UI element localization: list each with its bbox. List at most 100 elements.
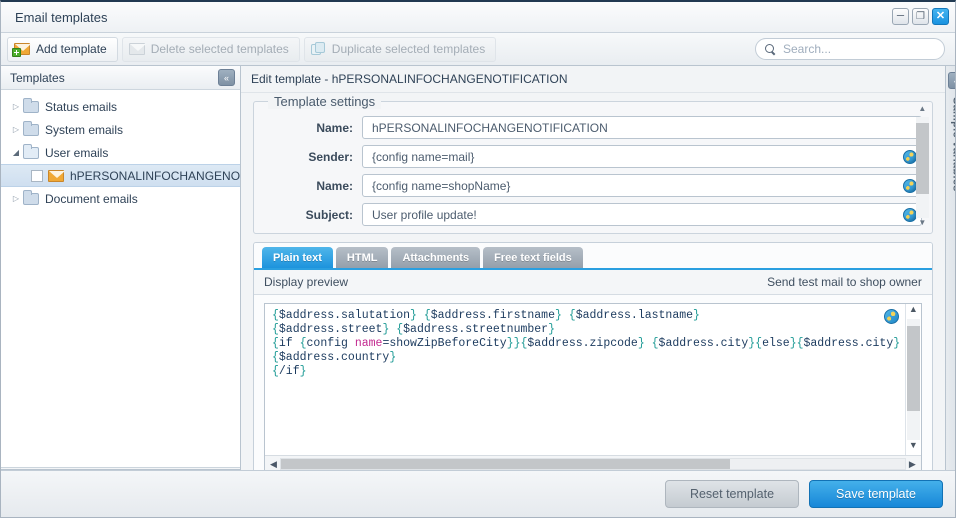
tree-item-user-emails[interactable]: ◢ User emails [1, 141, 240, 164]
code-token: { [272, 365, 279, 378]
collapse-arrow-icon[interactable]: ◢ [9, 148, 23, 157]
scroll-down-icon[interactable]: ▼ [909, 440, 918, 455]
name-field[interactable] [362, 116, 922, 139]
tree-item-status-emails[interactable]: ▷ Status emails [1, 95, 240, 118]
shopname-input[interactable] [370, 177, 903, 194]
sample-variables-sidebar[interactable]: « Sample variables [944, 66, 955, 484]
sender-field[interactable] [362, 145, 922, 168]
expand-arrow-icon[interactable]: ▷ [9, 125, 23, 134]
editor-line: {$address.country} [272, 351, 921, 365]
tree-item-system-emails[interactable]: ▷ System emails [1, 118, 240, 141]
plain-text-editor[interactable]: {$address.salutation} {$address.firstnam… [264, 303, 922, 473]
code-token: $address.streetnumber [403, 323, 549, 336]
code-token: } [789, 337, 797, 350]
tab-label: Plain text [273, 251, 322, 264]
template-settings-section: Template settings Name: Sender: [241, 93, 945, 234]
tab-attachments[interactable]: Attachments [391, 247, 481, 268]
editor-vscrollbar[interactable]: ▲ ▼ [904, 304, 921, 455]
subject-input[interactable] [370, 206, 903, 223]
tree-item-label: Status emails [45, 99, 118, 114]
tab-label: Free text fields [494, 251, 572, 264]
tree-item-label: User emails [45, 145, 109, 160]
tree-item-hpersonalinfochangenotification[interactable]: hPERSONALINFOCHANGENOTIF [1, 164, 240, 187]
tree-item-label: hPERSONALINFOCHANGENOTIF [70, 168, 240, 183]
subject-field-label: Subject: [305, 207, 353, 222]
globe-icon[interactable] [883, 309, 899, 324]
reset-template-label: Reset template [689, 487, 775, 501]
hscroll-track[interactable] [280, 458, 906, 470]
code-token: { [272, 309, 279, 322]
code-token: $address.street [278, 323, 383, 336]
expand-arrow-icon[interactable]: ▷ [9, 102, 23, 111]
maximize-button[interactable]: ❐ [912, 8, 929, 25]
code-token: { [568, 309, 576, 322]
shopname-field[interactable] [362, 174, 922, 197]
delete-selected-templates-button[interactable]: Delete selected templates [121, 36, 300, 62]
scroll-up-icon[interactable]: ▲ [918, 104, 926, 117]
dialog-footer: Reset template Save template [1, 470, 955, 517]
code-token: =showZipBeforeCity [382, 337, 507, 350]
field-row-subject: Subject: [264, 203, 922, 226]
code-token: else [762, 337, 790, 350]
maximize-icon: ❐ [916, 10, 925, 22]
vscroll-thumb[interactable] [906, 326, 920, 411]
name-input[interactable] [370, 119, 917, 136]
code-token: } [554, 309, 562, 322]
code-token: } [637, 337, 645, 350]
code-token: name [354, 337, 383, 350]
tab-free-text-fields[interactable]: Free text fields [483, 247, 583, 268]
template-settings-fieldset: Template settings Name: Sender: [253, 94, 933, 234]
vscroll-thumb[interactable] [915, 123, 929, 194]
search-input[interactable] [781, 41, 931, 57]
vscroll-track[interactable] [915, 117, 929, 218]
content-tab-panel: Plain text HTML Attachments Free text fi… [253, 242, 933, 484]
reset-template-button[interactable]: Reset template [665, 480, 799, 508]
template-settings-legend: Template settings [268, 94, 382, 109]
code-token: $address.city [658, 337, 749, 350]
code-token: /if [278, 365, 300, 378]
search-box[interactable] [755, 38, 945, 60]
minimize-button[interactable]: – [892, 8, 909, 25]
templates-tree: ▷ Status emails ▷ System emails ◢ User e… [1, 90, 240, 467]
field-row-shopname: Name: [264, 174, 922, 197]
envelope-icon [48, 169, 65, 182]
duplicate-selected-templates-button[interactable]: Duplicate selected templates [303, 36, 497, 62]
template-checkbox[interactable] [31, 169, 43, 182]
scroll-down-icon[interactable]: ▼ [918, 218, 926, 231]
folder-open-icon [23, 143, 39, 159]
send-test-mail-link[interactable]: Send test mail to shop owner [767, 275, 922, 289]
settings-vscrollbar[interactable]: ▲ ▼ [915, 104, 930, 231]
name-field-label: Name: [316, 120, 353, 135]
tab-plain-text[interactable]: Plain text [262, 247, 333, 268]
collapse-templates-panel-button[interactable]: « [218, 69, 235, 86]
hscroll-thumb[interactable] [281, 459, 731, 469]
shopname-field-label: Name: [316, 178, 353, 193]
expand-sample-variables-button[interactable]: « [947, 72, 955, 89]
code-token: } [299, 365, 307, 378]
window-titlebar: Email templates – ❐ ✕ [1, 2, 955, 33]
editor-code-area[interactable]: {$address.salutation} {$address.firstnam… [265, 304, 921, 455]
add-template-button[interactable]: Add template [7, 36, 118, 62]
subject-field[interactable] [362, 203, 922, 226]
delete-selected-templates-label: Delete selected templates [150, 42, 289, 56]
tree-item-document-emails[interactable]: ▷ Document emails [1, 187, 240, 210]
vscroll-track[interactable] [906, 319, 920, 440]
scroll-left-icon[interactable]: ◀ [267, 459, 280, 470]
field-row-sender: Sender: [264, 145, 922, 168]
expand-arrow-icon[interactable]: ▷ [9, 194, 23, 203]
scroll-right-icon[interactable]: ▶ [906, 459, 919, 470]
close-button[interactable]: ✕ [932, 8, 949, 25]
envelope-delete-icon [128, 43, 146, 55]
tree-item-label: Document emails [45, 191, 138, 206]
code-token: { [651, 337, 659, 350]
scroll-up-icon[interactable]: ▲ [909, 304, 918, 319]
tab-html[interactable]: HTML [335, 247, 389, 268]
save-template-button[interactable]: Save template [809, 480, 943, 508]
sender-input[interactable] [370, 148, 903, 165]
chevron-left-icon: « [223, 72, 229, 83]
sender-field-label: Sender: [308, 149, 353, 164]
window-title: Email templates [15, 10, 108, 25]
duplicate-icon [310, 42, 326, 56]
